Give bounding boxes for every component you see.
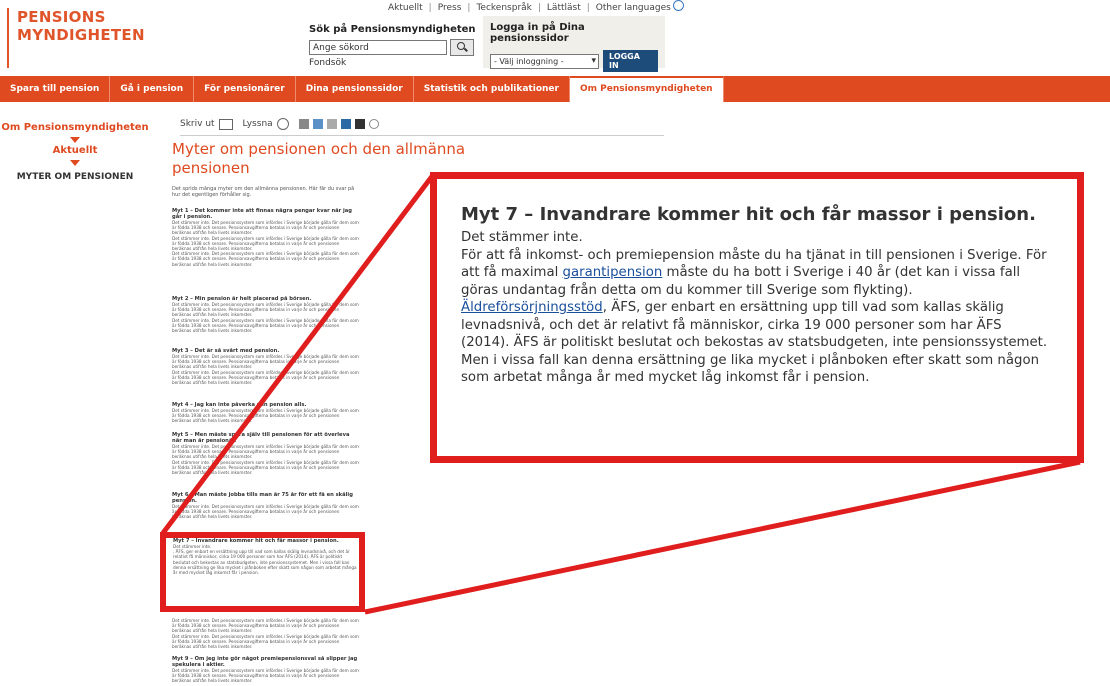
- top-link-teckensprak[interactable]: Teckenspråk: [476, 3, 531, 13]
- logo-line2: MYNDIGHETEN: [17, 26, 145, 44]
- fondsok-link[interactable]: Fondsök: [309, 58, 476, 68]
- myth-heading: Myt 6 – Man måste jobba tills man är 75 …: [172, 492, 353, 504]
- myth-body: Det stämmer inte. Det pensionssystem som…: [172, 444, 359, 460]
- share-icon[interactable]: [368, 119, 379, 129]
- logo[interactable]: PENSIONS MYNDIGHETEN: [7, 8, 157, 68]
- sidebar-item-myter[interactable]: MYTER OM PENSIONEN: [0, 172, 150, 182]
- zoom-callout: Myt 7 – Invandrare kommer hit och får ma…: [430, 172, 1084, 463]
- myth-body: Det stämmer inte. Det pensionssystem som…: [172, 504, 359, 520]
- top-links: Aktuellt | Press | Teckenspråk | Lättläst | Othe…: [388, 0, 684, 13]
- sidebar-item-om[interactable]: Om Pensionsmyndigheten: [0, 122, 150, 133]
- myth-heading: Myt 1 – Det kommer inte att finnas några…: [172, 208, 353, 220]
- myth-8: Det stämmer inte. Det pensionssystem som…: [172, 618, 360, 654]
- twitter-icon[interactable]: [312, 119, 323, 129]
- main-nav: Spara till pension Gå i pension För pens…: [0, 76, 1110, 102]
- sidebar: Om Pensionsmyndigheten Aktuellt MYTER OM…: [0, 122, 150, 182]
- myth-body: Det stämmer inte. Det pensionssystem som…: [172, 251, 359, 267]
- printer-icon[interactable]: [218, 118, 233, 130]
- search-button[interactable]: [450, 39, 474, 56]
- myth-3: Myt 3 – Det är så svårt med pension. Det…: [172, 348, 360, 400]
- login-title: Logga in på Dina pensionssidor: [490, 22, 585, 44]
- nav-spara-till-pension[interactable]: Spara till pension: [0, 76, 111, 102]
- myth-body: Det stämmer inte. Det pensionssystem som…: [172, 302, 359, 318]
- myth-1: Myt 1 – Det kommer inte att finnas några…: [172, 208, 360, 290]
- sidebar-item-aktuellt[interactable]: Aktuellt: [0, 145, 150, 156]
- zoom-source-frame: [160, 532, 365, 612]
- myth-body: Det stämmer inte. Det pensionssystem som…: [172, 220, 359, 236]
- myth-heading: Myt 9 – Om jeg inte gör något premiepens…: [172, 656, 358, 668]
- myth-body: Det stämmer inte. Det pensionssystem som…: [172, 408, 359, 424]
- search-title: Sök på Pensionsmyndigheten: [309, 24, 476, 35]
- search-input[interactable]: [309, 40, 447, 55]
- search-area: Sök på Pensionsmyndigheten Fondsök: [309, 24, 476, 68]
- myth-body: Det stämmer inte. Det pensionssystem som…: [172, 633, 359, 650]
- globe-icon: [672, 0, 684, 11]
- nav-om-pensionsmyndigheten[interactable]: Om Pensionsmyndigheten: [569, 76, 724, 102]
- logo-line1: PENSIONS: [17, 8, 106, 26]
- login-button[interactable]: LOGGA IN: [603, 50, 658, 72]
- nav-dina-pensionssidor[interactable]: Dina pensionssidor: [296, 76, 414, 102]
- nav-ga-i-pension[interactable]: Gå i pension: [110, 76, 195, 102]
- top-link-press[interactable]: Press: [438, 3, 462, 13]
- myth-9: Myt 9 – Om jeg inte gör något premiepens…: [172, 656, 360, 686]
- garantipension-link[interactable]: garantipension: [563, 265, 663, 280]
- myth-body: Det stämmer inte. Det pensionssystem som…: [172, 459, 359, 476]
- facebook-icon[interactable]: [298, 119, 309, 129]
- zoom-line1: Det stämmer inte.: [461, 230, 583, 245]
- linkedin-icon[interactable]: [340, 119, 351, 129]
- search-icon: [457, 42, 465, 50]
- article-intro-text: Det sprids många myter om den allmänna p…: [172, 186, 355, 198]
- myth-body: Det stämmer inte. Det pensionssystem som…: [172, 235, 359, 252]
- myth-body: Det stämmer inte. Det pensionssystem som…: [172, 618, 359, 634]
- print-link[interactable]: Skriv ut: [180, 119, 215, 129]
- aldreforsorjningsstod-link[interactable]: Äldreförsörjningsstöd: [461, 300, 603, 315]
- nav-statistik[interactable]: Statistik och publikationer: [414, 76, 570, 102]
- myth-2: Myt 2 – Min pension är helt placerad på …: [172, 296, 360, 346]
- page-title: Myter om pensionen och den allmänna pens…: [172, 140, 466, 177]
- myth-heading: Myt 5 – Men måste spara själv till pensi…: [172, 432, 350, 444]
- speaker-icon[interactable]: [276, 118, 289, 130]
- top-link-aktuellt[interactable]: Aktuellt: [388, 3, 423, 13]
- myth-6: Myt 6 – Man måste jobba tills man är 75 …: [172, 492, 360, 530]
- nav-for-pensionarer[interactable]: För pensionärer: [194, 76, 296, 102]
- top-link-other-languages[interactable]: Other languages: [596, 3, 671, 13]
- zoom-paragraph: För att få inkomst- och premiepension må…: [461, 247, 1053, 387]
- myth-4: Myt 4 – Jag kan inte påverka min pension…: [172, 402, 360, 428]
- article-intro: Det sprids många myter om den allmänna p…: [172, 186, 360, 198]
- zoom-heading: Myt 7 – Invandrare kommer hit och får ma…: [461, 204, 1036, 225]
- login-box: Logga in på Dina pensionssidor - Välj in…: [483, 16, 665, 72]
- googleplus-icon[interactable]: [326, 119, 337, 129]
- callout-line-bottom: [364, 459, 1081, 615]
- myth-body: Det stämmer inte. Det pensionssystem som…: [172, 668, 359, 684]
- delicious-icon[interactable]: [354, 119, 365, 129]
- top-link-lattlast[interactable]: Lättläst: [547, 3, 581, 13]
- myth-body: Det stämmer inte. Det pensionssystem som…: [172, 317, 359, 334]
- myth-body: Det stämmer inte. Det pensionssystem som…: [172, 369, 359, 386]
- arrow-down-icon: [70, 160, 80, 166]
- myth-5: Myt 5 – Men måste spara själv till pensi…: [172, 432, 360, 488]
- arrow-down-icon: [70, 137, 80, 143]
- page-tools: Skriv ut Lyssna: [180, 118, 664, 136]
- login-method-select[interactable]: - Välj inloggning -: [490, 53, 599, 69]
- listen-link[interactable]: Lyssna: [243, 119, 273, 129]
- myth-body: Det stämmer inte. Det pensionssystem som…: [172, 354, 359, 370]
